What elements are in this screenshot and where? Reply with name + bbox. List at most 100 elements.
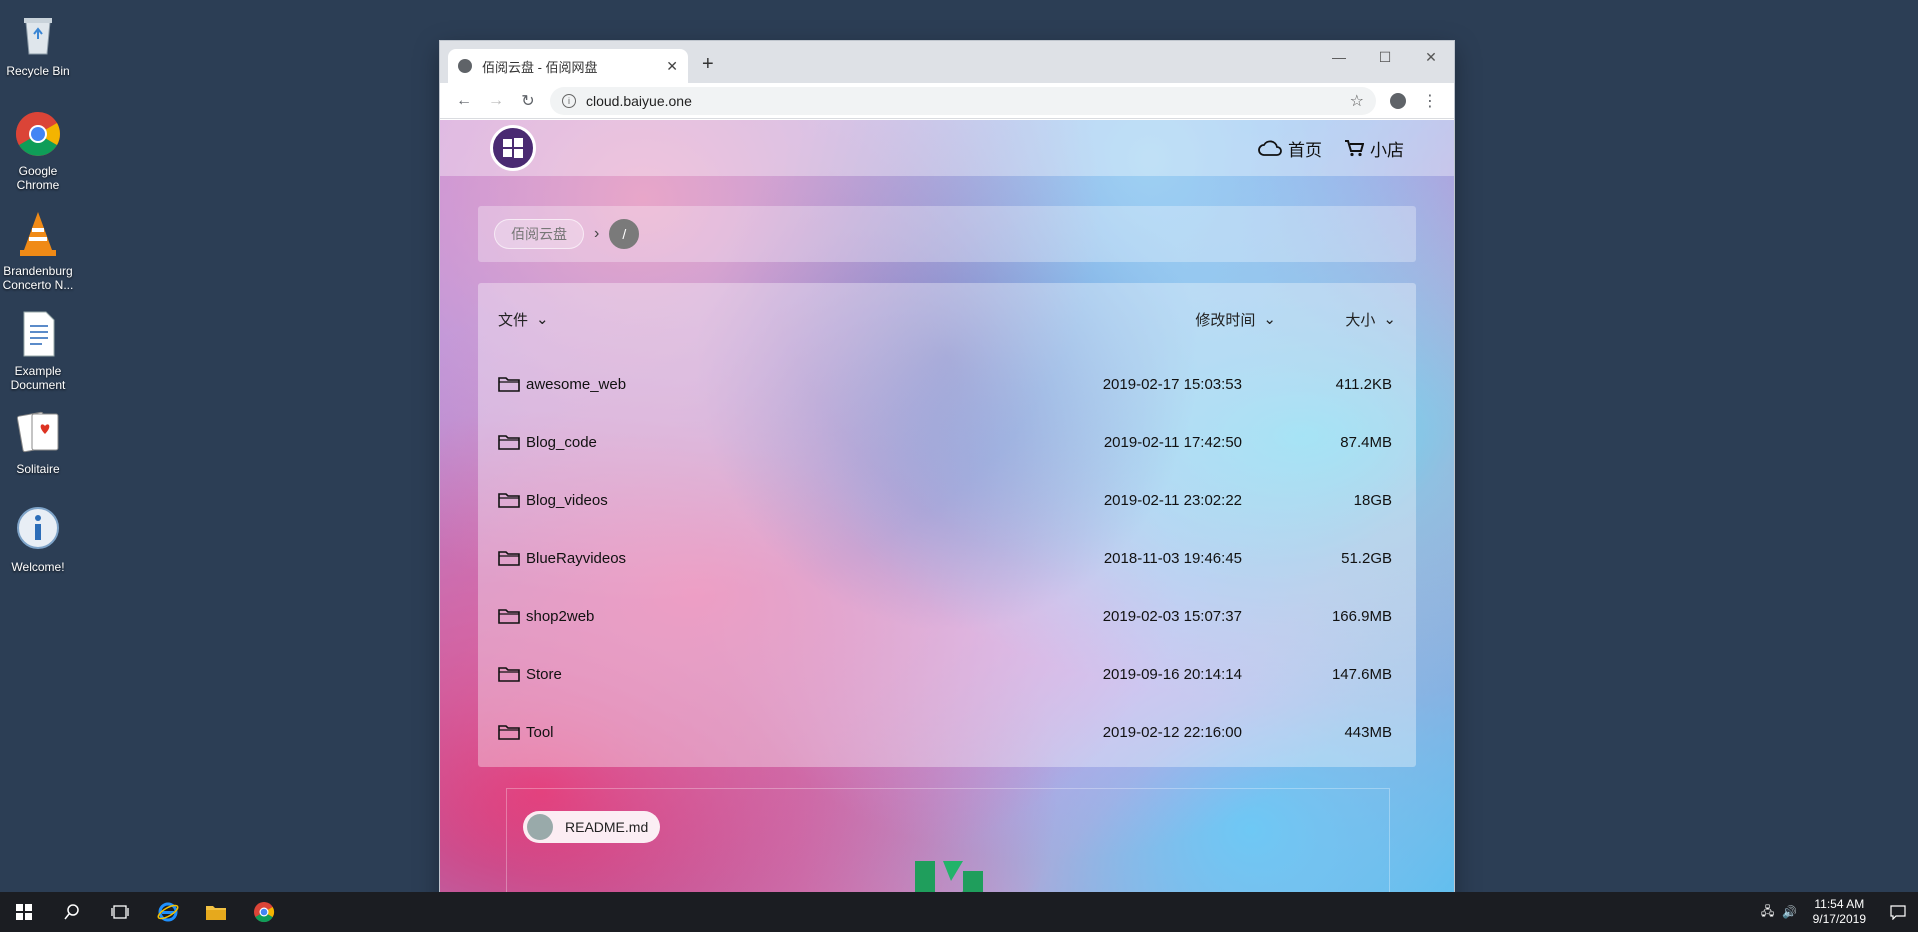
file-name[interactable]: Tool xyxy=(526,724,554,741)
clock[interactable]: 11:54 AM 9/17/2019 xyxy=(1813,897,1866,927)
notification-icon[interactable] xyxy=(1878,904,1918,920)
chevron-down-icon: ⌄ xyxy=(1263,311,1276,328)
site-header: 首页 小店 xyxy=(440,120,1454,176)
table-row[interactable]: Tool 2019-02-12 22:16:00 443MB xyxy=(478,703,1416,761)
table-row[interactable]: BlueRayvideos 2018-11-03 19:46:45 51.2GB xyxy=(478,529,1416,587)
desktop-icon-chrome[interactable]: Google Chrome xyxy=(0,104,76,194)
close-window-button[interactable]: ✕ xyxy=(1408,41,1454,73)
window-controls: — ☐ ✕ xyxy=(1316,41,1454,73)
network-icon[interactable]: 🖧 xyxy=(1757,902,1779,923)
start-button[interactable] xyxy=(0,892,48,932)
file-name[interactable]: shop2web xyxy=(526,608,594,625)
breadcrumb-root[interactable]: 佰阅云盘 xyxy=(494,219,584,249)
recycle-bin-icon xyxy=(12,8,64,60)
table-row[interactable]: shop2web 2019-02-03 15:07:37 166.9MB xyxy=(478,587,1416,645)
system-tray: 🖧 🔊 11:54 AM 9/17/2019 xyxy=(1757,892,1918,932)
file-name-cell: Store xyxy=(498,666,942,683)
file-size: 18GB xyxy=(1353,491,1392,509)
file-name[interactable]: awesome_web xyxy=(526,376,626,393)
taskbar-chrome[interactable] xyxy=(240,892,288,932)
browser-tab[interactable]: 佰阅云盘 - 佰阅网盘 ✕ xyxy=(448,49,688,83)
file-name[interactable]: Blog_videos xyxy=(526,492,608,509)
sort-by-modified[interactable]: 修改时间 ⌄ xyxy=(1096,309,1276,330)
folder-icon xyxy=(498,667,520,682)
breadcrumb: 佰阅云盘 › / xyxy=(478,206,1416,262)
minimize-button[interactable]: — xyxy=(1316,41,1362,73)
readme-label: README.md xyxy=(565,819,649,835)
file-modified: 2019-09-16 20:14:14 xyxy=(1102,665,1242,683)
file-modified: 2019-02-11 23:02:22 xyxy=(1103,491,1242,509)
chevron-down-icon: ⌄ xyxy=(536,311,549,328)
task-view-button[interactable] xyxy=(96,892,144,932)
desktop-icon-label: Example Document xyxy=(10,364,66,392)
nav-home-link[interactable]: 首页 xyxy=(1258,136,1322,161)
site-info-icon[interactable]: i xyxy=(562,93,576,108)
folder-icon xyxy=(206,906,226,920)
info-icon xyxy=(12,504,64,556)
desktop-icon-recycle-bin[interactable]: Recycle Bin xyxy=(0,4,76,94)
file-name-cell: awesome_web xyxy=(498,376,942,393)
file-size: 411.2KB xyxy=(1335,375,1392,393)
desktop-icon-label: Welcome! xyxy=(11,560,65,574)
account-icon[interactable] xyxy=(1382,92,1414,109)
forward-button[interactable]: → xyxy=(480,92,512,110)
reload-button[interactable]: ↻ xyxy=(512,91,544,111)
file-name[interactable]: BlueRayvideos xyxy=(526,550,626,567)
desktop-icon-label: Brandenburg Concerto N... xyxy=(2,264,74,292)
breadcrumb-current[interactable]: / xyxy=(609,219,640,249)
file-size: 166.9MB xyxy=(1331,607,1392,625)
vlc-icon xyxy=(12,208,64,260)
volume-icon[interactable]: 🔊 xyxy=(1779,905,1801,919)
folder-icon xyxy=(498,725,520,740)
taskbar-explorer[interactable] xyxy=(192,892,240,932)
folder-icon xyxy=(498,551,520,566)
table-row[interactable]: Store 2019-09-16 20:14:14 147.6MB xyxy=(478,645,1416,703)
file-name-cell: Blog_videos xyxy=(498,492,942,509)
taskbar-ie[interactable] xyxy=(144,892,192,932)
clock-date: 9/17/2019 xyxy=(1812,912,1866,926)
menu-icon[interactable]: ⋮ xyxy=(1414,91,1446,111)
file-modified: 2019-02-12 22:16:00 xyxy=(1102,723,1242,741)
internet-explorer-icon xyxy=(157,902,179,922)
desktop-icon-vlc[interactable]: Brandenburg Concerto N... xyxy=(0,204,76,294)
sort-by-size[interactable]: 大小 ⌄ xyxy=(1276,309,1396,330)
browser-toolbar: ← → ↻ i cloud.baiyue.one ☆ ⋮ xyxy=(440,83,1454,119)
file-size: 87.4MB xyxy=(1340,433,1392,451)
address-bar[interactable]: i cloud.baiyue.one ☆ xyxy=(550,86,1376,115)
nav-shop-label: 小店 xyxy=(1370,140,1404,160)
task-view-icon xyxy=(111,905,129,919)
folder-icon xyxy=(498,609,520,624)
windows-start-icon xyxy=(16,904,32,920)
sort-by-name[interactable]: 文件 ⌄ xyxy=(498,309,1096,330)
desktop-icon-document[interactable]: Example Document xyxy=(0,304,76,394)
site-logo[interactable] xyxy=(490,125,536,171)
file-name[interactable]: Store xyxy=(526,666,562,683)
desktop-icon-label: Recycle Bin xyxy=(6,64,70,78)
file-list-header: 文件 ⌄ 修改时间 ⌄ 大小 ⌄ xyxy=(478,283,1416,355)
table-row[interactable]: Blog_code 2019-02-11 17:42:50 87.4MB xyxy=(478,413,1416,471)
file-name-cell: BlueRayvideos xyxy=(498,550,942,567)
file-name-cell: Blog_code xyxy=(498,434,942,451)
search-button[interactable] xyxy=(48,892,96,932)
globe-icon xyxy=(458,59,472,73)
desktop-icon-solitaire[interactable]: Solitaire xyxy=(0,402,76,492)
column-modified-label: 修改时间 xyxy=(1195,311,1256,329)
close-tab-icon[interactable]: ✕ xyxy=(666,58,678,75)
web-page: 首页 小店 佰阅云盘 › / 文件 ⌄ 修改时间 ⌄ 大小 ⌄ awesome_… xyxy=(440,120,1454,909)
table-row[interactable]: awesome_web 2019-02-17 15:03:53 411.2KB xyxy=(478,355,1416,413)
maximize-button[interactable]: ☐ xyxy=(1362,41,1408,73)
desktop-icon-label: Solitaire xyxy=(16,462,60,476)
back-button[interactable]: ← xyxy=(448,92,480,110)
folder-icon xyxy=(498,435,520,450)
nav-shop-link[interactable]: 小店 xyxy=(1344,136,1404,161)
table-row[interactable]: Blog_videos 2019-02-11 23:02:22 18GB xyxy=(478,471,1416,529)
new-tab-button[interactable]: + xyxy=(702,53,714,76)
browser-titlebar: 佰阅云盘 - 佰阅网盘 ✕ + — ☐ ✕ xyxy=(440,41,1454,83)
solitaire-icon xyxy=(12,406,64,458)
desktop-icon-welcome[interactable]: Welcome! xyxy=(0,500,76,590)
bookmark-star-icon[interactable]: ☆ xyxy=(1350,91,1364,111)
file-name-cell: shop2web xyxy=(498,608,942,625)
readme-chip[interactable]: README.md xyxy=(523,811,661,843)
nav-home-label: 首页 xyxy=(1288,140,1322,160)
file-name[interactable]: Blog_code xyxy=(526,434,597,451)
